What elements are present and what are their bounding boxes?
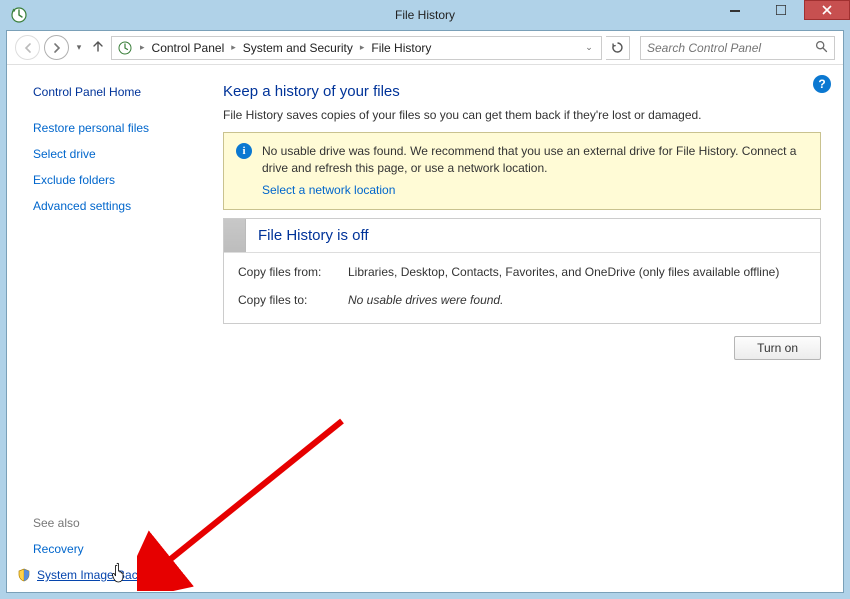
sidebar-link-select-drive[interactable]: Select drive [33,147,199,161]
chevron-right-icon[interactable]: ▸ [227,42,240,53]
page-description: File History saves copies of your files … [223,108,821,122]
select-network-location-link[interactable]: Select a network location [262,182,395,199]
info-icon: i [236,143,252,159]
window-controls [712,0,850,20]
breadcrumb-item[interactable]: File History [368,39,434,57]
body: Control Panel Home Restore personal file… [7,65,843,592]
warning-panel: i No usable drive was found. We recommen… [223,132,821,210]
window-root: File History ▾ [0,0,850,599]
back-button[interactable] [15,35,40,60]
system-image-backup-link[interactable]: System Image Backup [37,568,157,582]
sidebar-link-exclude[interactable]: Exclude folders [33,173,199,187]
address-dropdown-icon[interactable]: ⌄ [581,42,597,53]
sidebar: Control Panel Home Restore personal file… [7,65,217,592]
status-row: Copy files to: No usable drives were fou… [238,293,806,307]
minimize-button[interactable] [712,0,758,20]
app-icon [8,4,30,26]
maximize-button[interactable] [758,0,804,20]
help-icon[interactable]: ? [813,75,831,93]
sidebar-link-advanced[interactable]: Advanced settings [33,199,199,213]
status-value: No usable drives were found. [348,293,503,307]
content-panel: ▾ ▸ Control Panel ▸ System and Security … [6,30,844,593]
page-heading: Keep a history of your files [223,83,821,100]
status-label: Copy files from: [238,265,348,279]
sidebar-link-recovery[interactable]: Recovery [33,542,199,556]
warning-text-container: No usable drive was found. We recommend … [262,143,808,199]
turn-on-button[interactable]: Turn on [734,336,821,360]
chevron-right-icon[interactable]: ▸ [356,42,369,53]
search-input[interactable] [647,41,815,55]
status-row: Copy files from: Libraries, Desktop, Con… [238,265,806,279]
status-value: Libraries, Desktop, Contacts, Favorites,… [348,265,779,279]
warning-text: No usable drive was found. We recommend … [262,144,796,175]
title-bar: File History [0,0,850,30]
status-accent-band [224,219,246,252]
forward-button[interactable] [44,35,69,60]
search-icon[interactable] [815,40,828,56]
navigation-bar: ▾ ▸ Control Panel ▸ System and Security … [7,31,843,65]
address-bar[interactable]: ▸ Control Panel ▸ System and Security ▸ … [111,36,602,60]
main-content: ? Keep a history of your files File Hist… [217,65,843,592]
shield-icon [17,568,31,582]
refresh-button[interactable] [606,36,630,60]
control-panel-home-link[interactable]: Control Panel Home [33,85,199,99]
status-header: File History is off [224,219,820,252]
sidebar-link-restore[interactable]: Restore personal files [33,121,199,135]
status-title: File History is off [246,219,381,252]
recent-locations-dropdown[interactable]: ▾ [73,42,85,53]
action-row: Turn on [223,336,821,360]
search-box[interactable] [640,36,835,60]
status-panel: File History is off Copy files from: Lib… [223,218,821,324]
location-icon [116,39,134,57]
up-button[interactable] [89,39,107,56]
close-button[interactable] [804,0,850,20]
system-image-backup-row: System Image Backup [17,568,199,582]
see-also-header: See also [33,516,199,530]
breadcrumb-item[interactable]: System and Security [240,39,356,57]
status-body: Copy files from: Libraries, Desktop, Con… [224,252,820,323]
chevron-right-icon[interactable]: ▸ [136,42,149,53]
breadcrumb-item[interactable]: Control Panel [149,39,228,57]
status-label: Copy files to: [238,293,348,307]
